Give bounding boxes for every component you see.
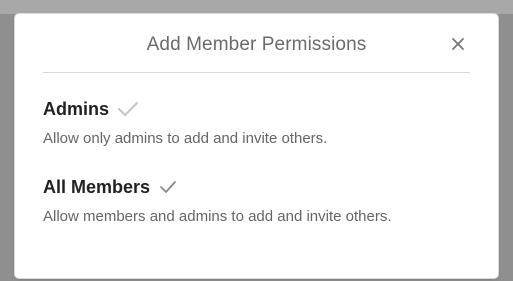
option-description: Allow only admins to add and invite othe… xyxy=(43,130,328,147)
option-description: Allow members and admins to add and invi… xyxy=(43,208,392,225)
check-icon xyxy=(117,100,139,118)
close-icon xyxy=(452,38,464,50)
option-title: All Members xyxy=(43,177,151,197)
permission-option-admins[interactable]: Admins Allow only admins to add and invi… xyxy=(43,96,470,149)
option-title: Admins xyxy=(43,99,110,119)
add-member-permissions-dialog: Add Member Permissions Admins Allow only… xyxy=(15,14,498,278)
dialog-header: Add Member Permissions xyxy=(43,14,470,73)
close-button[interactable] xyxy=(446,30,470,58)
modal-backdrop xyxy=(0,0,513,14)
check-icon xyxy=(158,179,178,195)
permission-option-all-members[interactable]: All Members Allow members and admins to … xyxy=(43,174,470,227)
dialog-title: Add Member Permissions xyxy=(146,34,367,55)
